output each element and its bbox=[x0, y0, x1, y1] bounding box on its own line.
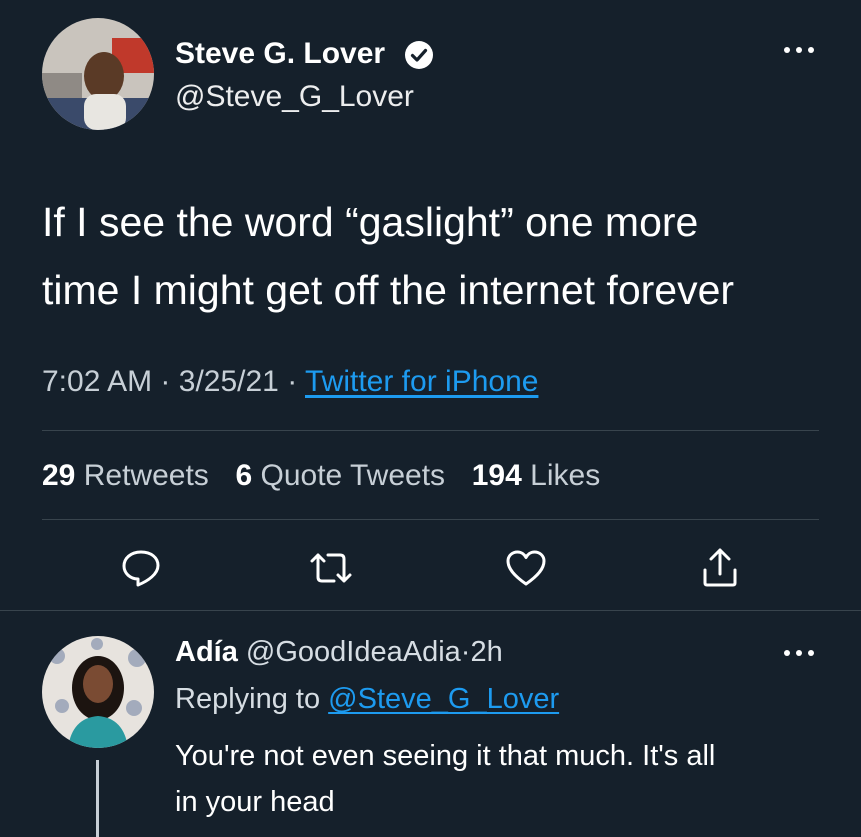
tweet-source-link[interactable]: Twitter for iPhone bbox=[305, 365, 538, 398]
reply-author-handle[interactable]: @GoodIdeaAdia bbox=[246, 636, 461, 668]
reply-header: Adía @GoodIdeaAdia·2h bbox=[175, 634, 503, 670]
quotes-count: 6 bbox=[235, 459, 253, 492]
reply-text: You're not even seeing it that much. It'… bbox=[175, 733, 715, 825]
tweet-time[interactable]: 7:02 AM bbox=[42, 365, 152, 398]
like-icon[interactable] bbox=[505, 549, 547, 587]
quotes-stat[interactable]: 6 Quote Tweets bbox=[235, 459, 453, 492]
author-name[interactable]: Steve G. Lover bbox=[175, 36, 385, 72]
meta-separator: · bbox=[287, 365, 298, 398]
likes-stat[interactable]: 194 Likes bbox=[472, 459, 600, 492]
thread-line bbox=[96, 760, 99, 837]
replying-to-link[interactable]: @Steve_G_Lover bbox=[328, 683, 559, 715]
reply-icon[interactable] bbox=[120, 548, 162, 588]
tweet-stats: 29 Retweets 6 Quote Tweets 194 Likes bbox=[42, 456, 600, 496]
reply-more-icon[interactable] bbox=[781, 647, 817, 659]
author-handle[interactable]: @Steve_G_Lover bbox=[175, 79, 414, 115]
more-icon[interactable] bbox=[781, 44, 817, 56]
replying-to: Replying to @Steve_G_Lover bbox=[175, 681, 559, 717]
meta-separator: · bbox=[160, 365, 171, 398]
reply-age[interactable]: 2h bbox=[470, 636, 502, 668]
share-icon[interactable] bbox=[700, 546, 740, 588]
tweet-text-line: If I see the word “gaslight” one more bbox=[42, 199, 699, 245]
divider bbox=[42, 430, 819, 431]
reply-author-avatar[interactable] bbox=[42, 636, 154, 748]
meta-separator: · bbox=[460, 636, 471, 668]
tweet-meta: 7:02 AM · 3/25/21 · Twitter for iPhone bbox=[42, 362, 538, 402]
divider bbox=[0, 610, 861, 611]
retweets-label: Retweets bbox=[83, 459, 209, 492]
tweet-text: If I see the word “gaslight” one more ti… bbox=[42, 188, 734, 324]
retweet-icon[interactable] bbox=[308, 551, 354, 585]
retweets-count: 29 bbox=[42, 459, 76, 492]
avatar-photo bbox=[42, 18, 154, 130]
divider bbox=[42, 519, 819, 520]
tweet-text-line: time I might get off the internet foreve… bbox=[42, 267, 735, 313]
likes-count: 194 bbox=[471, 459, 522, 492]
quotes-label: Quote Tweets bbox=[260, 459, 446, 492]
verified-badge-icon bbox=[404, 40, 434, 70]
replying-prefix: Replying to bbox=[175, 683, 321, 715]
likes-label: Likes bbox=[530, 459, 601, 492]
reply-text-line: in your head bbox=[175, 786, 335, 818]
reply-text-line: You're not even seeing it that much. It'… bbox=[175, 740, 716, 772]
avatar-photo bbox=[42, 636, 154, 748]
retweets-stat[interactable]: 29 Retweets bbox=[42, 459, 217, 492]
author-avatar[interactable] bbox=[42, 18, 154, 130]
reply-author-name[interactable]: Adía bbox=[175, 636, 238, 668]
tweet-date[interactable]: 3/25/21 bbox=[179, 365, 279, 398]
